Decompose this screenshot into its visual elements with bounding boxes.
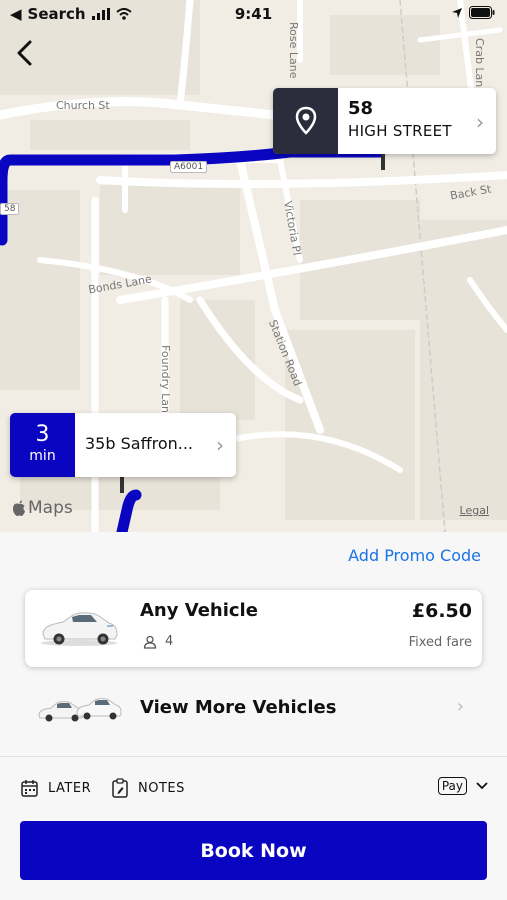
- person-icon: [143, 635, 157, 649]
- maps-attribution: Maps: [12, 498, 73, 518]
- view-more-vehicles-row[interactable]: View More Vehicles ›: [25, 684, 482, 732]
- road-shield: 58: [0, 203, 20, 215]
- pickup-address: 35b Saffron...: [85, 434, 193, 453]
- vehicles-icon: [38, 698, 122, 722]
- passenger-capacity: 4: [143, 634, 173, 649]
- road-shield: A6001: [170, 161, 208, 173]
- back-button[interactable]: [10, 36, 40, 70]
- chevron-right-icon: ›: [216, 433, 224, 457]
- book-now-button[interactable]: Book Now: [20, 821, 487, 880]
- location-arrow-icon: [452, 7, 462, 18]
- destination-street: HIGH STREET: [348, 122, 452, 140]
- chevron-right-icon: ›: [476, 110, 484, 134]
- schedule-later-button[interactable]: LATER: [20, 778, 91, 798]
- pickup-eta-box: 3 min: [10, 413, 75, 477]
- add-promo-code-link[interactable]: Add Promo Code: [348, 546, 481, 565]
- destination-callout[interactable]: 58 HIGH STREET ›: [273, 88, 496, 154]
- pickup-marker-stem: [120, 477, 124, 493]
- road-label: Foundry Lane: [159, 345, 172, 420]
- destination-pin-box: [273, 88, 338, 154]
- payment-method-selector[interactable]: Pay: [437, 777, 489, 795]
- booking-options-row: LATER NOTES Pay: [0, 770, 507, 806]
- chevron-left-icon: [17, 40, 32, 66]
- road-label: Church St: [56, 99, 110, 112]
- booking-sheet: Add Promo Code Any Vehicle 4 £6.50 Fixed…: [0, 532, 507, 900]
- vehicle-name: Any Vehicle: [140, 600, 258, 621]
- apple-logo-icon: [13, 500, 25, 516]
- divider: [0, 756, 507, 757]
- destination-number: 58: [348, 98, 374, 119]
- chevron-right-icon: ›: [456, 696, 464, 717]
- vehicle-card-selected[interactable]: Any Vehicle 4 £6.50 Fixed fare: [25, 590, 482, 667]
- passenger-count: 4: [165, 634, 174, 649]
- view-more-vehicles-label: View More Vehicles: [140, 697, 337, 718]
- calendar-icon: [21, 780, 38, 797]
- status-bar: ◀ Search 9:41: [0, 0, 507, 30]
- car-icon: [41, 612, 118, 646]
- legal-link[interactable]: Legal: [460, 504, 489, 517]
- battery-icon: [469, 6, 495, 19]
- destination-marker-stem: [381, 154, 385, 170]
- payment-label: Pay: [441, 779, 463, 793]
- vehicle-price: £6.50: [411, 600, 472, 622]
- clock: 9:41: [234, 5, 273, 23]
- notes-label: NOTES: [138, 780, 185, 796]
- eta-value: 3: [35, 422, 50, 447]
- road-label: Crab Lane: [473, 38, 486, 95]
- apple-pay-badge: Pay: [437, 777, 467, 795]
- later-label: LATER: [48, 780, 92, 796]
- chevron-down-icon: [476, 782, 488, 790]
- fare-type: Fixed fare: [408, 635, 472, 650]
- notes-icon: [112, 778, 128, 798]
- eta-unit: min: [29, 448, 56, 464]
- pickup-callout[interactable]: 3 min 35b Saffron... ›: [10, 413, 236, 477]
- notes-button[interactable]: NOTES: [110, 778, 185, 798]
- map-view[interactable]: Church St A6001 Rose Lane Crab Lane Back…: [0, 0, 507, 532]
- map-pin-icon: [295, 106, 316, 135]
- maps-attribution-label: Maps: [28, 498, 73, 518]
- road-label: Rose Lane: [287, 22, 300, 79]
